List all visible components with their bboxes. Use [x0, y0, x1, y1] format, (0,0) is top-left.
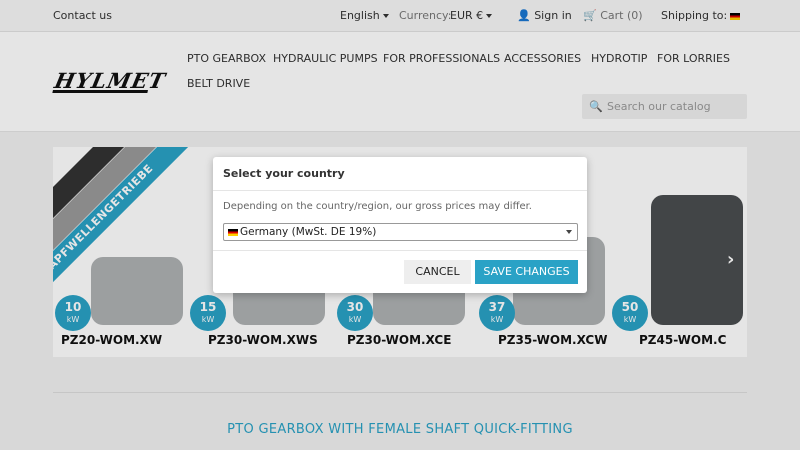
cancel-button[interactable]: CANCEL — [404, 260, 471, 284]
save-changes-button[interactable]: SAVE CHANGES — [475, 260, 578, 284]
country-select[interactable]: Germany (MwSt. DE 19%) — [223, 223, 578, 241]
modal-description: Depending on the country/region, our gro… — [223, 201, 532, 212]
country-select-value: Germany (MwSt. DE 19%) — [228, 226, 376, 238]
country-modal: Select your country Depending on the cou… — [213, 157, 587, 293]
modal-divider — [213, 250, 587, 251]
modal-title: Select your country — [223, 167, 345, 180]
selected-country: Germany (MwSt. DE 19%) — [240, 226, 377, 238]
modal-divider — [213, 190, 587, 191]
germany-flag-icon — [228, 228, 238, 236]
chevron-down-icon — [566, 230, 572, 234]
